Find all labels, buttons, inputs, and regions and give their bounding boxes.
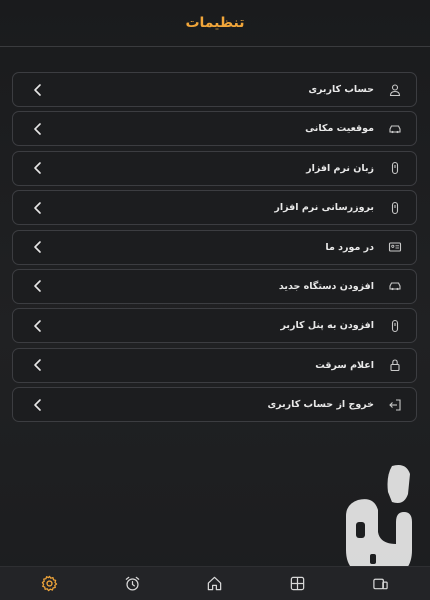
menu-item-language[interactable]: زبان نرم افزار [12,150,417,186]
alarm-clock-icon [125,576,139,591]
menu-item-add-device[interactable]: افزودن دستگاه جدید [12,268,417,304]
menu-item-label: حساب کاربری [308,84,374,95]
device-icon [391,162,399,175]
menu-item-label: موقعیت مکانی [305,123,374,135]
user-icon [389,83,401,96]
lock-icon [390,359,400,372]
store-watermark-logo [346,465,412,576]
grid-icon [291,576,305,591]
device-icon [391,201,399,214]
chevron-left-icon [34,83,41,96]
menu-item-label: خروج از حساب کاربری [267,399,374,411]
chevron-left-icon [34,123,41,135]
id-card-icon [388,242,402,252]
car-icon [389,282,401,291]
menu-item-update[interactable]: بروزرسانی نرم افزار [12,190,417,226]
chevron-left-icon [34,398,41,411]
menu-item-label: در مورد ما [325,241,374,253]
menu-item-label: افزودن به پنل کاربر [280,320,375,332]
menu-item-location[interactable]: موقعیت مکانی [12,111,417,147]
home-icon [208,576,222,591]
tab-devices[interactable] [361,569,401,599]
menu-item-account[interactable]: حساب کاربری [12,72,417,107]
device-icon [391,319,399,332]
tab-alarm[interactable] [112,569,152,599]
menu-item-about[interactable]: در مورد ما [12,229,417,265]
devices-icon [373,578,388,590]
bottom-navigation [0,566,430,600]
menu-item-label: بروزرسانی نرم افزار [274,202,374,214]
page-title: تنظیمات [185,15,245,31]
chevron-left-icon [34,162,41,175]
car-icon [389,125,401,133]
chevron-left-icon [34,280,41,293]
menu-item-label: افزودن دستگاه جدید [278,280,374,292]
tab-home[interactable] [195,569,235,599]
gear-icon [41,575,58,592]
settings-screen: تنظیمات حساب کاربری موقعیت مکانی زبان نر… [0,0,430,600]
chevron-left-icon [34,359,41,372]
menu-item-report-theft[interactable]: اعلام سرقت [12,347,417,383]
tab-dashboard[interactable] [278,569,318,599]
menu-item-add-to-panel[interactable]: افزودن به پنل کاربر [12,308,417,344]
app-header: تنظیمات [0,0,430,47]
menu-item-label: زبان نرم افزار [306,162,374,174]
tab-settings[interactable] [29,569,69,599]
settings-menu: حساب کاربری موقعیت مکانی زبان نرم افزار … [12,72,417,427]
chevron-left-icon [34,320,41,332]
menu-item-label: اعلام سرقت [315,359,374,371]
chevron-left-icon [34,241,41,253]
menu-item-logout[interactable]: خروج از حساب کاربری [12,387,417,423]
chevron-left-icon [34,201,41,214]
logout-icon [389,399,401,411]
